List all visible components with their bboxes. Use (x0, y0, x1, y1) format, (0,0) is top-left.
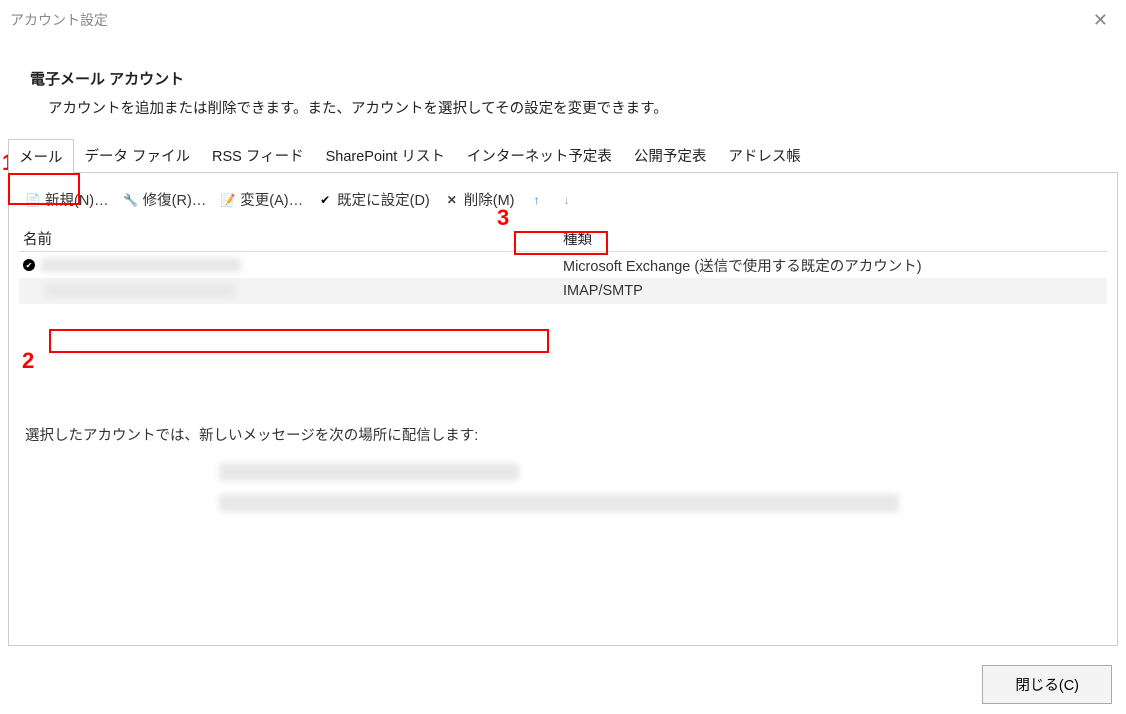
tab-addressbook[interactable]: アドレス帳 (717, 138, 812, 172)
delete-label: 削除(M) (464, 189, 515, 210)
header-title: 電子メール アカウント (30, 68, 1106, 89)
delete-button[interactable]: 削除(M) (440, 187, 519, 212)
tab-published-calendar[interactable]: 公開予定表 (623, 138, 718, 172)
repair-icon (123, 192, 139, 208)
delivery-redacted (219, 494, 899, 512)
table-row[interactable]: IMAP/SMTP (19, 278, 1107, 304)
change-label: 変更(A)… (240, 189, 303, 210)
new-icon (25, 192, 41, 208)
toolbar: 新規(N)… 修復(R)… 変更(A)… 既定に設定(D) 削除(M) (19, 187, 1107, 212)
footer: 閉じる(C) (982, 665, 1112, 704)
arrow-down-icon (559, 192, 575, 208)
change-button[interactable]: 変更(A)… (216, 187, 307, 212)
tab-datafile[interactable]: データ ファイル (74, 138, 202, 172)
repair-button[interactable]: 修復(R)… (119, 187, 211, 212)
header: 電子メール アカウント アカウントを追加または削除できます。また、アカウントを選… (0, 34, 1126, 128)
move-up-button[interactable] (525, 190, 549, 210)
new-button[interactable]: 新規(N)… (21, 187, 113, 212)
tab-internet-calendar[interactable]: インターネット予定表 (456, 138, 623, 172)
table-row[interactable]: Microsoft Exchange (送信で使用する既定のアカウント) (19, 252, 1107, 278)
delivery-label: 選択したアカウントでは、新しいメッセージを次の場所に配信します: (25, 424, 1107, 445)
account-name-redacted (41, 258, 241, 272)
titlebar: アカウント設定 ✕ (0, 0, 1126, 34)
header-description: アカウントを追加または削除できます。また、アカウントを選択してその設定を変更でき… (30, 97, 1106, 118)
default-label: 既定に設定(D) (337, 189, 430, 210)
column-type[interactable]: 種類 (563, 228, 1107, 249)
default-check-icon (21, 257, 37, 273)
set-default-button[interactable]: 既定に設定(D) (313, 187, 434, 212)
account-table: 名前 種類 Microsoft Exchange (送信で使用する既定のアカウン… (19, 228, 1107, 304)
delete-icon (444, 192, 460, 208)
tab-panel: 新規(N)… 修復(R)… 変更(A)… 既定に設定(D) 削除(M) 名前 種… (8, 172, 1118, 646)
window-title: アカウント設定 (10, 10, 108, 30)
account-type: IMAP/SMTP (563, 283, 1107, 299)
delivery-location (19, 463, 1107, 515)
move-down-button[interactable] (555, 190, 579, 210)
tab-sharepoint[interactable]: SharePoint リスト (315, 138, 456, 172)
account-name-redacted (45, 284, 235, 298)
tabs: メール データ ファイル RSS フィード SharePoint リスト インタ… (8, 138, 1118, 172)
arrow-up-icon (529, 192, 545, 208)
repair-label: 修復(R)… (143, 189, 207, 210)
new-label: 新規(N)… (45, 189, 109, 210)
close-button[interactable]: 閉じる(C) (982, 665, 1112, 704)
close-icon[interactable]: ✕ (1083, 6, 1118, 35)
delivery-redacted (219, 463, 519, 481)
tab-rss[interactable]: RSS フィード (201, 138, 315, 172)
check-icon (317, 192, 333, 208)
change-icon (220, 192, 236, 208)
account-type: Microsoft Exchange (送信で使用する既定のアカウント) (563, 255, 1107, 276)
column-name[interactable]: 名前 (19, 228, 563, 249)
tab-mail[interactable]: メール (8, 139, 74, 173)
